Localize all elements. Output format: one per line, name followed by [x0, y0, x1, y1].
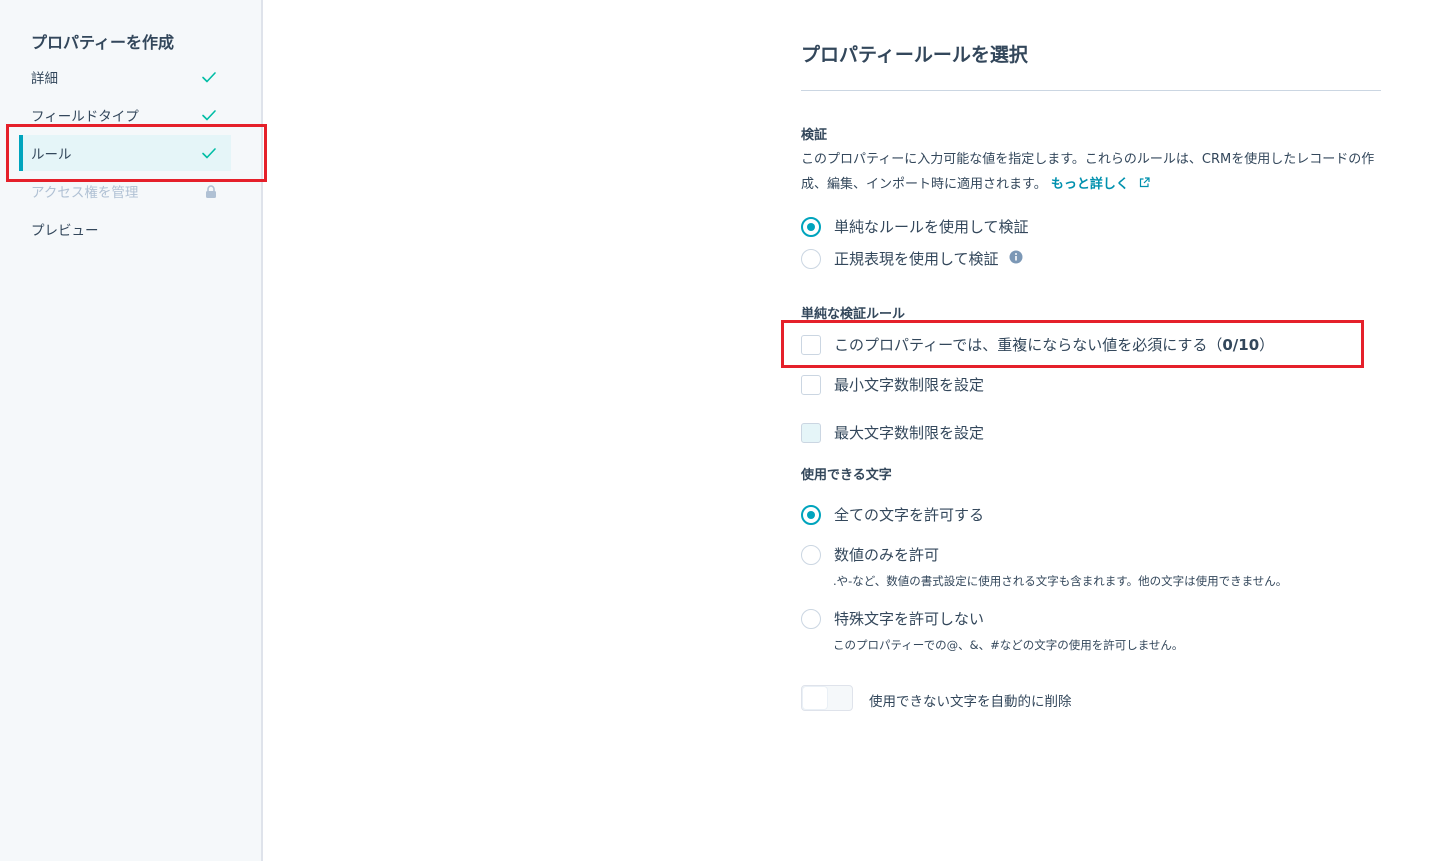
radio-button[interactable] [801, 504, 821, 525]
checkbox-min-length[interactable]: 最小文字数制限を設定 [801, 374, 984, 395]
info-icon[interactable] [1009, 250, 1023, 268]
radio-no-special[interactable]: 特殊文字を許可しない [801, 608, 984, 629]
step-label: プレビュー [31, 223, 99, 239]
radio-button[interactable] [801, 608, 821, 629]
step-preview[interactable]: プレビュー [19, 211, 231, 247]
sidebar-title: プロパティーを作成 [31, 33, 175, 52]
validation-description: このプロパティーに入力可能な値を指定します。これらのルールは、CRMを使用したレ… [801, 147, 1381, 197]
step-label: アクセス権を管理 [31, 185, 139, 201]
lock-icon [205, 185, 217, 198]
step-label: フィールドタイプ [31, 109, 139, 125]
checkbox-max-length[interactable]: 最大文字数制限を設定 [801, 422, 984, 443]
step-details[interactable]: 詳細 [19, 59, 231, 95]
no-special-description: このプロパティーでの@、&、#などの文字の使用を許可しません。 [833, 638, 1184, 652]
external-link-icon [1139, 172, 1150, 197]
step-label: 詳細 [31, 71, 58, 87]
radio-button[interactable] [801, 544, 821, 565]
checkbox[interactable] [801, 374, 821, 395]
radio-numbers-only[interactable]: 数値のみを許可 [801, 544, 939, 565]
divider [801, 90, 1381, 91]
radio-regex[interactable]: 正規表現を使用して検証 [801, 248, 1023, 269]
page-title: プロパティールールを選択 [801, 44, 1028, 66]
radio-simple-rules[interactable]: 単純なルールを使用して検証 [801, 216, 1029, 237]
checkbox[interactable] [801, 422, 821, 443]
toggle-knob[interactable] [803, 687, 827, 709]
learn-more-link[interactable]: もっと詳しく [1051, 177, 1129, 192]
check-icon [201, 69, 217, 85]
radio-allow-all[interactable]: 全ての文字を許可する [801, 504, 984, 525]
radio-button[interactable] [801, 248, 821, 269]
auto-remove-label: 使用できない文字を自動的に削除 [869, 694, 1072, 710]
highlight-box-rules [6, 124, 267, 182]
auto-remove-toggle[interactable] [801, 685, 853, 711]
radio-button[interactable] [801, 216, 821, 237]
validation-label: 検証 [801, 128, 828, 143]
numbers-only-description: .や-など、数値の書式設定に使用される文字も含まれます。他の文字は使用できません… [833, 574, 1288, 588]
highlight-box-unique [781, 320, 1364, 368]
check-icon [201, 107, 217, 123]
allowed-chars-label: 使用できる文字 [801, 468, 892, 483]
